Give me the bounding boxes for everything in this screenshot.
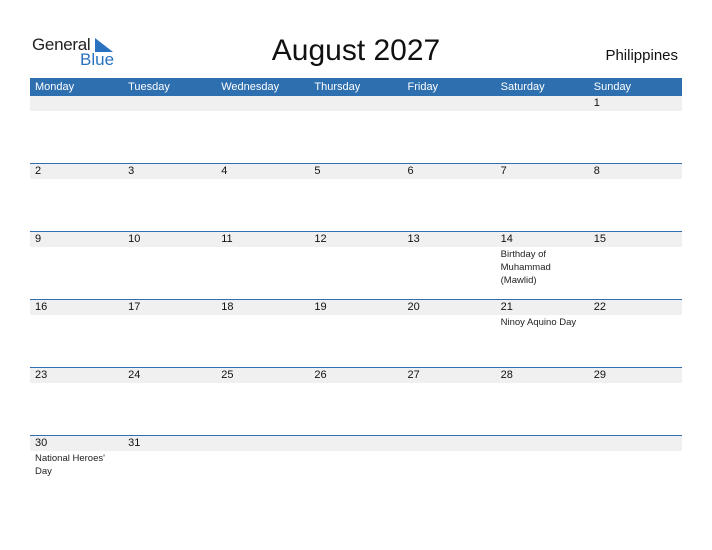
day-cell: 3 xyxy=(123,164,216,179)
day-number: 6 xyxy=(407,165,414,177)
day-number: 1 xyxy=(593,97,600,109)
weekday-saturday: Saturday xyxy=(500,81,545,93)
country-label: Philippines xyxy=(605,47,678,64)
weekday-header: Monday Tuesday Wednesday Thursday Friday… xyxy=(30,78,682,96)
day-cell: 2 xyxy=(30,164,123,179)
holiday-label: Birthday of Muhammad (Mawlid) xyxy=(500,249,551,286)
day-number: 11 xyxy=(221,233,233,245)
day-number: 28 xyxy=(500,369,513,381)
day-cell xyxy=(403,96,496,111)
weekday-monday: Monday xyxy=(35,81,75,93)
day-cell: 29 xyxy=(589,368,682,383)
day-number: 26 xyxy=(314,369,327,381)
day-number: 19 xyxy=(314,301,327,313)
weekday-sunday: Sunday xyxy=(593,81,632,93)
day-number: 29 xyxy=(593,369,606,381)
day-cell: 9 xyxy=(30,232,123,287)
day-number: 24 xyxy=(128,369,141,381)
day-cell xyxy=(309,436,402,478)
day-cell: 23 xyxy=(30,368,123,383)
day-cell: 27 xyxy=(403,368,496,383)
day-cell: 6 xyxy=(403,164,496,179)
day-cell: 30 National Heroes' Day xyxy=(30,436,123,478)
day-cell: 28 xyxy=(496,368,589,383)
day-cell: 10 xyxy=(123,232,216,287)
day-cell xyxy=(216,96,309,111)
day-cell: 17 xyxy=(123,300,216,329)
day-cell: 4 xyxy=(216,164,309,179)
day-number: 13 xyxy=(407,233,420,245)
week-row: 16 17 18 19 20 21 Ninoy Aquino Day 22 xyxy=(30,299,682,367)
day-number: 7 xyxy=(500,165,507,177)
day-cell: 25 xyxy=(216,368,309,383)
holiday-label: National Heroes' Day xyxy=(35,453,105,477)
day-cell: 14 Birthday of Muhammad (Mawlid) xyxy=(496,232,589,287)
day-cell xyxy=(496,96,589,111)
day-cell: 13 xyxy=(403,232,496,287)
week-cells: 30 National Heroes' Day 31 xyxy=(30,436,682,478)
day-number: 20 xyxy=(407,301,420,313)
day-cell: 5 xyxy=(309,164,402,179)
day-cell: 11 xyxy=(216,232,309,287)
day-cell xyxy=(403,436,496,478)
weeks-container: 1 2 3 4 5 6 7 8 9 10 11 12 13 14 Birthday of Muhammad … xyxy=(30,96,682,503)
day-number: 16 xyxy=(35,301,48,313)
day-number: 30 xyxy=(35,437,48,449)
day-cell: 20 xyxy=(403,300,496,329)
day-number: 17 xyxy=(128,301,141,313)
day-cell: 19 xyxy=(309,300,402,329)
weekday-thursday: Thursday xyxy=(314,81,361,93)
week-cells: 9 10 11 12 13 14 Birthday of Muhammad (Mawlid)… xyxy=(30,232,682,287)
day-number: 2 xyxy=(35,165,42,177)
day-cell: 8 xyxy=(589,164,682,179)
day-number: 31 xyxy=(128,437,141,449)
day-cell: 12 xyxy=(309,232,402,287)
day-cell xyxy=(216,436,309,478)
day-cell xyxy=(123,96,216,111)
weekday-wednesday: Wednesday xyxy=(221,81,280,93)
day-cell: 1 xyxy=(589,96,682,111)
day-cell: 7 xyxy=(496,164,589,179)
day-cell xyxy=(30,96,123,111)
day-number: 15 xyxy=(593,233,606,245)
day-cell: 18 xyxy=(216,300,309,329)
day-number: 23 xyxy=(35,369,48,381)
day-number: 22 xyxy=(593,301,606,313)
day-number: 21 xyxy=(500,301,513,313)
day-number: 14 xyxy=(500,233,513,245)
day-cell: 24 xyxy=(123,368,216,383)
day-cell xyxy=(496,436,589,478)
day-number: 18 xyxy=(221,301,234,313)
week-row: 23 24 25 26 27 28 29 xyxy=(30,367,682,435)
day-cell: 16 xyxy=(30,300,123,329)
day-number: 27 xyxy=(407,369,420,381)
week-cells: 2 3 4 5 6 7 8 xyxy=(30,164,682,179)
day-cell: 31 xyxy=(123,436,216,478)
weekday-tuesday: Tuesday xyxy=(128,81,170,93)
day-cell xyxy=(309,96,402,111)
day-cell: 26 xyxy=(309,368,402,383)
day-number: 12 xyxy=(314,233,327,245)
holiday-label: Ninoy Aquino Day xyxy=(500,317,577,328)
day-number: 3 xyxy=(128,165,135,177)
week-row: 2 3 4 5 6 7 8 xyxy=(30,163,682,231)
week-row: 1 xyxy=(30,96,682,163)
weekday-friday: Friday xyxy=(407,81,439,93)
week-cells: 23 24 25 26 27 28 29 xyxy=(30,368,682,383)
calendar-grid: Monday Tuesday Wednesday Thursday Friday… xyxy=(30,78,682,503)
week-row: 30 National Heroes' Day 31 xyxy=(30,435,682,503)
day-number: 10 xyxy=(128,233,141,245)
day-cell: 22 xyxy=(589,300,682,329)
day-number: 8 xyxy=(593,165,600,177)
day-cell: 21 Ninoy Aquino Day xyxy=(496,300,589,329)
week-cells: 1 xyxy=(30,96,682,111)
day-cell: 15 xyxy=(589,232,682,287)
day-number: 4 xyxy=(221,165,228,177)
day-number: 9 xyxy=(35,233,42,245)
week-row: 9 10 11 12 13 14 Birthday of Muhammad (Mawlid)… xyxy=(30,231,682,299)
day-cell xyxy=(589,436,682,478)
day-number: 5 xyxy=(314,165,321,177)
week-cells: 16 17 18 19 20 21 Ninoy Aquino Day 22 xyxy=(30,300,682,329)
day-number: 25 xyxy=(221,369,234,381)
